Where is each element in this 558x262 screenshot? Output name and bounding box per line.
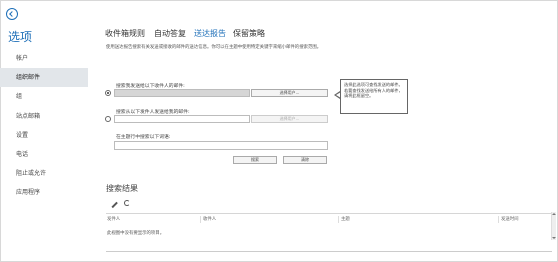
sent-to-recipient-field[interactable] xyxy=(114,89,250,97)
sidebar-item-apps[interactable]: 应用程序 xyxy=(0,183,88,202)
app-title: 选项 xyxy=(8,30,33,44)
sidebar-item-groups[interactable]: 组 xyxy=(0,87,88,106)
sent-to-radio[interactable] xyxy=(105,90,111,96)
bottom-divider xyxy=(106,251,552,252)
sidebar-item-block-or-allow[interactable]: 阻止或允许 xyxy=(0,164,88,183)
sent-to-label: 搜索我发送给以下收件人的邮件: xyxy=(116,84,185,89)
results-scrollbar[interactable] xyxy=(551,212,556,240)
sidebar-item-settings[interactable]: 设置 xyxy=(0,126,88,145)
sidebar-item-account[interactable]: 帐户 xyxy=(0,49,88,68)
search-button[interactable]: 搜索 xyxy=(233,156,277,164)
sidebar-item-phone[interactable]: 电话 xyxy=(0,145,88,164)
tab-automatic-replies[interactable]: 自动答复 xyxy=(154,28,186,39)
received-from-sender-field[interactable] xyxy=(114,115,250,123)
tab-delivery-reports[interactable]: 送达报告 xyxy=(194,28,226,39)
clear-button[interactable]: 清除 xyxy=(283,156,327,164)
received-from-radio[interactable] xyxy=(105,116,111,122)
page-description: 使用送达报告搜索有关发送或接收的邮件的送达信息。你可以在主题中使用特定关键字来缩… xyxy=(106,45,322,50)
tab-inbox-rules[interactable]: 收件箱规则 xyxy=(105,28,145,39)
column-header-sent-time[interactable]: 发送时间 xyxy=(498,216,551,223)
search-results-title: 搜索结果 xyxy=(106,184,138,193)
refresh-icon[interactable] xyxy=(124,200,130,206)
column-header-to[interactable]: 收件人 xyxy=(200,216,338,223)
select-recipient-button[interactable]: 选择用户... xyxy=(251,89,328,97)
sidebar-item-site-mailboxes[interactable]: 站点邮箱 xyxy=(0,107,88,126)
column-header-from[interactable]: 发件人 xyxy=(106,216,200,223)
results-grid: 发件人 收件人 主题 发送时间 此视图中没有要显示的项目。 xyxy=(106,213,551,240)
back-arrow-icon[interactable] xyxy=(6,8,18,20)
column-header-subject[interactable]: 主题 xyxy=(338,216,498,223)
received-from-label: 搜索从以下发件人发送给我的邮件: xyxy=(116,110,190,115)
select-sender-button[interactable]: 选择用户... xyxy=(251,115,328,123)
sidebar-nav: 帐户 组织邮件 组 站点邮箱 设置 电话 阻止或允许 应用程序 xyxy=(0,49,88,203)
tab-retention-policies[interactable]: 保留策略 xyxy=(233,28,265,39)
scroll-up-icon[interactable] xyxy=(552,213,556,215)
empty-results-message: 此视图中没有要显示的项目。 xyxy=(107,231,165,236)
subject-keyword-label: 在主题行中搜索以下词语: xyxy=(116,135,171,140)
scroll-down-icon[interactable] xyxy=(552,237,556,239)
sidebar-item-organize-email[interactable]: 组织邮件 xyxy=(0,68,88,88)
subject-keyword-input[interactable] xyxy=(114,141,328,150)
help-tooltip: 选择此选项可查找发送的邮件。若要查找发送给所有人的邮件，请将此框留空。 xyxy=(340,79,408,114)
